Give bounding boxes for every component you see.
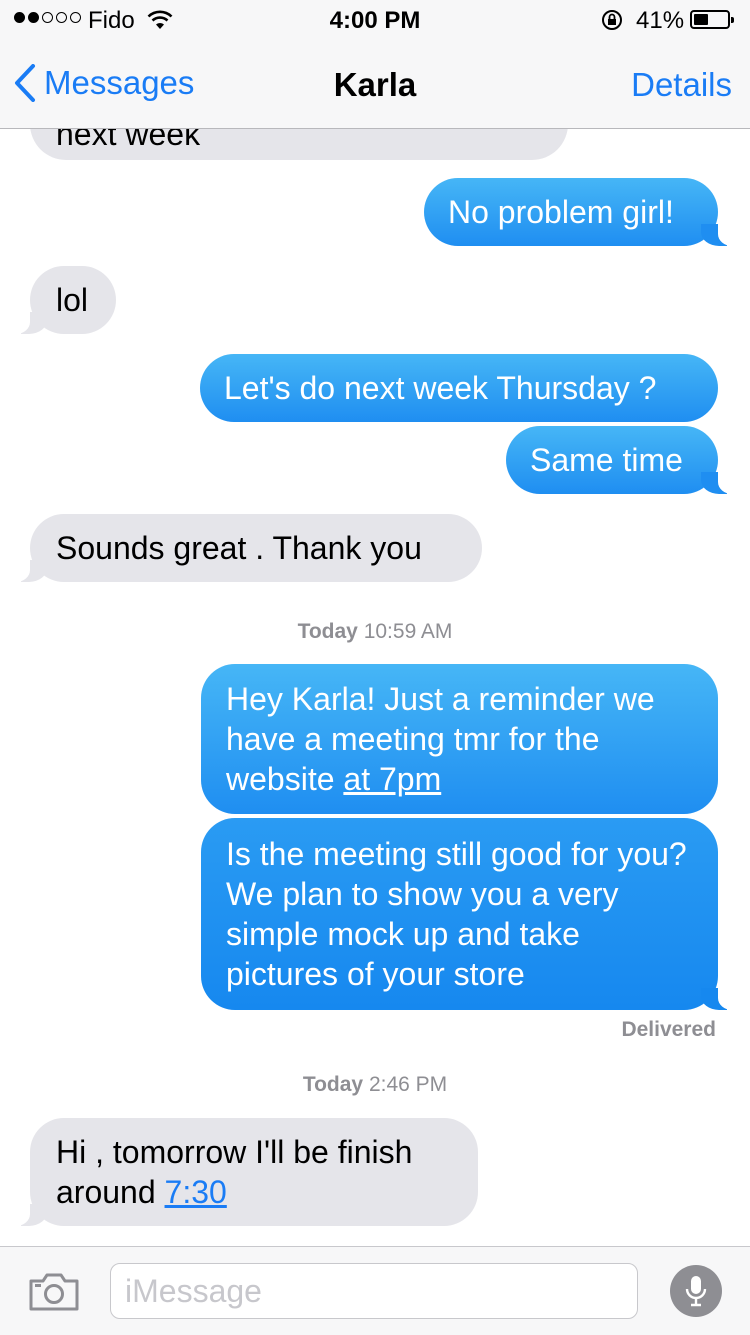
rotation-lock-icon: [600, 9, 624, 38]
outgoing-message[interactable]: Hey Karla! Just a reminder we have a mee…: [201, 664, 718, 814]
timestamp: Today 10:59 AM: [0, 620, 750, 644]
message-text: Hi , tomorrow I'll be finish around: [56, 1134, 413, 1210]
incoming-message[interactable]: lol: [10, 266, 116, 334]
message-text: Same time: [530, 442, 683, 478]
message-input-field[interactable]: [110, 1263, 638, 1319]
outgoing-message[interactable]: Same time: [506, 426, 738, 494]
navigation-bar: Messages Karla Details: [0, 42, 750, 128]
time-link[interactable]: 7:30: [165, 1174, 227, 1210]
timestamp-time: 10:59 AM: [363, 620, 453, 643]
timestamp-day: Today: [297, 620, 358, 643]
message-text: lol: [56, 282, 89, 318]
delivery-status: Delivered: [621, 1018, 716, 1041]
message-text: Let's do next week Thursday ?: [224, 370, 657, 406]
incoming-message[interactable]: Hi , tomorrow I'll be finish around 7:30: [10, 1118, 478, 1226]
compose-bar: [0, 1246, 750, 1335]
camera-icon[interactable]: [28, 1273, 80, 1316]
message-text: No problem girl!: [448, 194, 674, 230]
battery-icon: [690, 10, 734, 29]
timestamp-day: Today: [302, 1073, 364, 1096]
incoming-message[interactable]: Sounds great . Thank you: [10, 514, 482, 582]
battery-percent: 41%: [636, 7, 685, 34]
status-bar: Fido 4:00 PM 41%: [0, 0, 750, 40]
time-link[interactable]: at 7pm: [343, 761, 441, 797]
timestamp: Today 2:46 PM: [0, 1073, 750, 1097]
message-text: Is the meeting still good for you? We pl…: [226, 836, 687, 992]
top-bar: Fido 4:00 PM 41% Messages Karla Details: [0, 0, 750, 129]
outgoing-message[interactable]: No problem girl!: [424, 178, 738, 246]
message-input[interactable]: [125, 1273, 623, 1310]
outgoing-message[interactable]: Let's do next week Thursday ?: [200, 354, 718, 422]
timestamp-time: 2:46 PM: [368, 1073, 448, 1096]
microphone-icon: [685, 1276, 707, 1307]
details-button[interactable]: Details: [631, 66, 732, 104]
microphone-button[interactable]: [670, 1265, 722, 1317]
message-text: Sounds great . Thank you: [56, 530, 422, 566]
outgoing-message[interactable]: Is the meeting still good for you? We pl…: [201, 818, 738, 1010]
